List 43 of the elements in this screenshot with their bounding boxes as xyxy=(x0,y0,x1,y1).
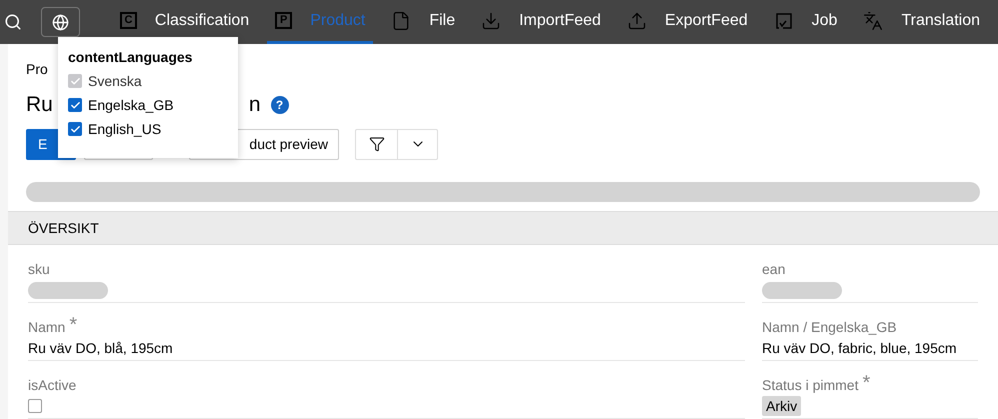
help-icon: ? xyxy=(270,96,289,114)
field-label: Status i pimmet xyxy=(762,376,858,395)
field-label: isActive xyxy=(28,376,76,395)
filter-icon xyxy=(368,136,384,152)
language-option: English_US xyxy=(88,118,162,140)
field-label: Namn xyxy=(28,318,66,337)
language-option: Engelska_GB xyxy=(88,94,174,116)
section-header: ÖVERSIKT xyxy=(8,211,998,245)
checkmark-icon xyxy=(70,124,80,134)
language-option: Svenska xyxy=(88,70,142,92)
checkbox[interactable] xyxy=(28,399,42,413)
page-title: Ru xyxy=(26,92,53,118)
nav-tab[interactable]: C Classification xyxy=(112,0,258,44)
nav-tab[interactable]: Job xyxy=(766,0,846,44)
checked-box-icon xyxy=(774,10,794,30)
translate-icon xyxy=(863,10,884,30)
letter-icon: P xyxy=(275,12,292,29)
upload-icon xyxy=(626,10,647,30)
checkmark-icon xyxy=(70,100,80,110)
required-mark: * xyxy=(862,375,870,391)
page-title: n xyxy=(248,92,261,118)
required-mark: * xyxy=(69,317,78,333)
file-icon xyxy=(391,10,412,30)
letter-icon: C xyxy=(120,12,137,29)
language-button[interactable] xyxy=(41,7,80,37)
nav-tab[interactable]: Translation xyxy=(855,0,988,44)
nav-tab[interactable]: ExportFeed xyxy=(618,0,756,44)
checkmark-icon xyxy=(70,76,80,86)
field-label: Namn / Engelska_GB xyxy=(762,318,897,337)
search-icon xyxy=(4,13,22,31)
nav-tab[interactable]: File xyxy=(383,0,464,44)
field-label: ean xyxy=(762,260,786,279)
field-value: Ru väv DO, blå, 195cm xyxy=(28,339,174,358)
download-icon xyxy=(481,10,502,30)
globe-icon xyxy=(52,14,70,30)
nav-tab[interactable]: ImportFeed xyxy=(473,0,609,44)
field-label: sku xyxy=(28,260,50,279)
menu-title: contentLanguages xyxy=(68,48,194,67)
breadcrumb: Pro xyxy=(26,60,48,79)
checkbox[interactable] xyxy=(68,98,82,112)
checkbox[interactable] xyxy=(68,122,82,136)
field-value: Ru väv DO, fabric, blue, 195cm xyxy=(762,339,958,358)
status-tag: Arkiv xyxy=(762,396,802,416)
